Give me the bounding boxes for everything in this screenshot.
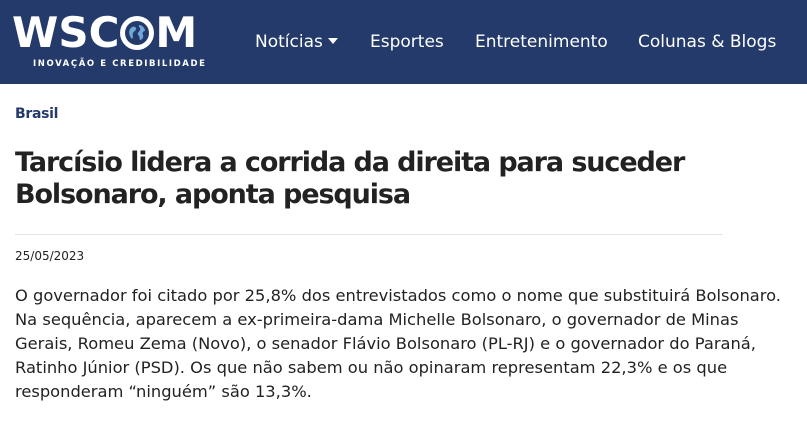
category-link[interactable]: Brasil	[15, 106, 58, 122]
nav-item-esportes[interactable]: Esportes	[370, 31, 444, 53]
divider	[15, 234, 723, 235]
nav-item-entretenimento[interactable]: Entretenimento	[475, 31, 608, 53]
chevron-down-icon	[327, 38, 338, 44]
logo-wordmark: WSC M	[12, 11, 197, 55]
nav-item-colunas-blogs[interactable]: Colunas & Blogs	[638, 31, 776, 53]
article-title: Tarcísio lidera a corrida da direita par…	[15, 147, 685, 210]
logo-text-right: M	[155, 8, 198, 57]
logo-tagline: INOVAÇÃO E CREDIBILIDADE	[33, 59, 207, 69]
globe-icon	[120, 16, 155, 50]
article-body: O governador foi citado por 25,8% dos en…	[15, 286, 781, 401]
nav-item-label: Notícias	[255, 32, 323, 52]
publish-date: 25/05/2023	[15, 249, 85, 263]
logo-text-left: WSC	[12, 8, 120, 57]
site-logo[interactable]: WSC M INOVAÇÃO E CREDIBILIDADE	[12, 11, 224, 73]
site-header: WSC M INOVAÇÃO E CREDIBILIDADE Notícias …	[0, 0, 807, 84]
nav-item-noticias[interactable]: Notícias	[255, 31, 338, 53]
